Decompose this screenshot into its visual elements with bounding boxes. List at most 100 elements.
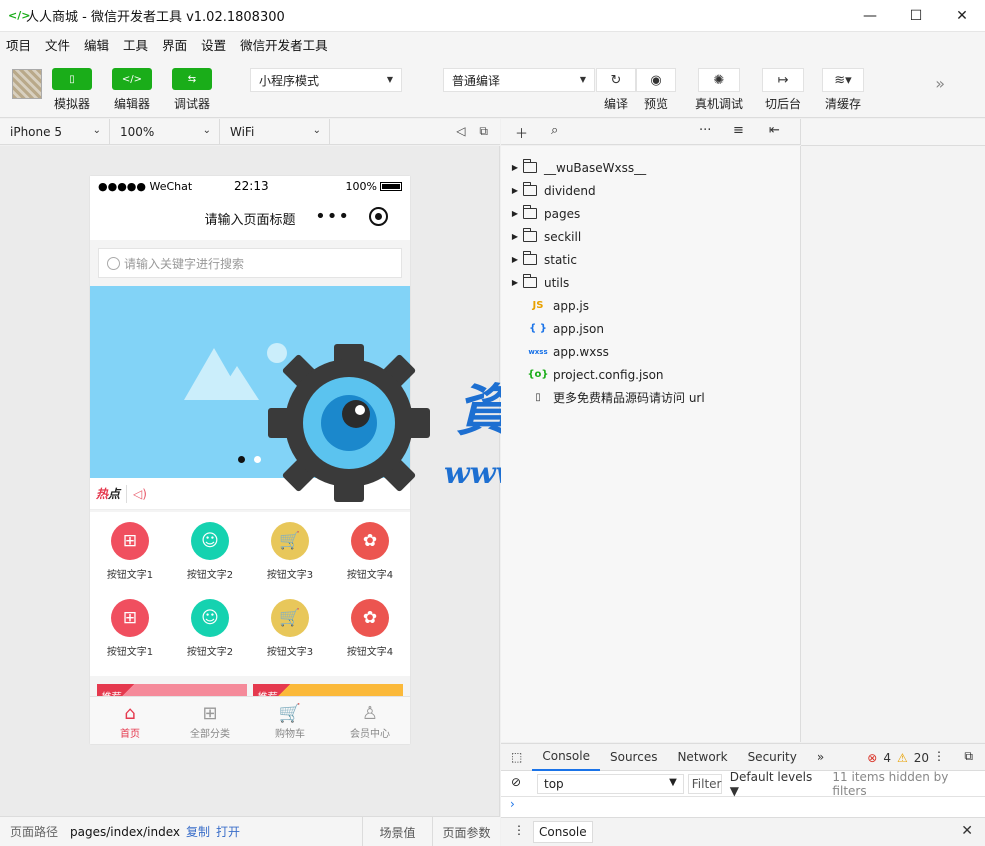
drawer-menu-icon[interactable]: ⋮ xyxy=(513,823,525,837)
editor-toggle-button[interactable]: </> xyxy=(112,68,152,90)
file-item[interactable]: { } app.json xyxy=(501,317,800,340)
toolbar-more-icon[interactable]: » xyxy=(935,74,945,93)
tab-cart[interactable]: 🛒 购物车 xyxy=(250,697,330,744)
minimize-button[interactable]: — xyxy=(847,0,893,32)
menu-edit[interactable]: 编辑 xyxy=(84,35,109,54)
menu-view[interactable]: 界面 xyxy=(162,35,187,54)
search-icon[interactable]: ⌕ xyxy=(551,123,558,138)
add-file-icon[interactable]: ＋ xyxy=(515,123,528,142)
close-window-button[interactable]: ✕ xyxy=(939,0,985,32)
grid-item[interactable]: ⊞ 按钮文字1 xyxy=(90,599,170,676)
copy-link[interactable]: 复制 xyxy=(186,823,210,840)
console-prompt[interactable]: › xyxy=(501,797,985,817)
js-file-icon: JS xyxy=(532,300,544,311)
file-item[interactable]: JS app.js xyxy=(501,294,800,317)
expand-arrow-icon[interactable]: ▶ xyxy=(501,163,523,172)
open-link[interactable]: 打开 xyxy=(216,823,240,840)
expand-arrow-icon[interactable]: ▶ xyxy=(501,186,523,195)
simulator-toggle-button[interactable]: ▯ xyxy=(52,68,92,90)
tab-label: 全部分类 xyxy=(190,729,230,740)
phone-icon: ▯ xyxy=(69,73,75,85)
folder-name: dividend xyxy=(544,183,596,198)
remote-debug-button[interactable]: ✺ xyxy=(698,68,740,92)
file-item[interactable]: wxss app.wxss xyxy=(501,340,800,363)
search-icon xyxy=(107,256,120,270)
menu-project[interactable]: 项目 xyxy=(6,35,31,54)
collapse-icon[interactable]: ≡ xyxy=(733,123,744,138)
grid-apps-icon: ⊞ xyxy=(111,522,149,560)
search-input[interactable]: 请输入关键字进行搜索 xyxy=(98,248,402,278)
filter-input[interactable]: Filter xyxy=(687,773,722,794)
zoom-select[interactable]: 100% ⌄ xyxy=(110,118,220,145)
tab-sources[interactable]: Sources xyxy=(600,744,667,771)
tab-home[interactable]: ⌂ 首页 xyxy=(90,697,170,744)
dock-icon[interactable]: ⧉ xyxy=(964,749,973,764)
folder-item[interactable]: ▶ __wuBaseWxss__ xyxy=(501,156,800,179)
maximize-button[interactable]: ☐ xyxy=(893,0,939,32)
user-avatar[interactable] xyxy=(12,69,42,99)
expand-arrow-icon[interactable]: ▶ xyxy=(501,232,523,241)
folder-item[interactable]: ▶ dividend xyxy=(501,179,800,202)
folder-item[interactable]: ▶ seckill xyxy=(501,225,800,248)
carousel-dot[interactable] xyxy=(254,456,261,463)
tab-member[interactable]: ♙ 会员中心 xyxy=(330,697,410,744)
grid-item[interactable]: ☺ 按钮文字2 xyxy=(170,522,250,599)
expand-arrow-icon[interactable]: ▶ xyxy=(501,255,523,264)
kebab-menu-icon[interactable]: ⋮ xyxy=(933,749,945,763)
grid-item[interactable]: ⊞ 按钮文字1 xyxy=(90,522,170,599)
log-levels-select[interactable]: Default levels ▼ xyxy=(730,770,825,798)
folder-item[interactable]: ▶ pages xyxy=(501,202,800,225)
compile-select[interactable]: 普通编译 ▼ xyxy=(443,68,595,92)
tab-console[interactable]: Console xyxy=(532,744,600,771)
home-icon: ⌂ xyxy=(124,703,136,724)
folder-name: seckill xyxy=(544,229,582,244)
tab-network[interactable]: Network xyxy=(667,744,737,771)
grid-item-label: 按钮文字3 xyxy=(266,647,314,658)
folder-item[interactable]: ▶ static xyxy=(501,248,800,271)
debugger-toggle-button[interactable]: ⇆ xyxy=(172,68,212,90)
preview-button[interactable]: ◉ xyxy=(636,68,676,92)
menu-tools[interactable]: 工具 xyxy=(123,35,148,54)
page-params-tab[interactable]: 页面参数 xyxy=(432,817,500,846)
menu-devtools[interactable]: 微信开发者工具 xyxy=(240,35,328,54)
more-icon[interactable]: ··· xyxy=(699,123,711,138)
file-item[interactable]: {o} project.config.json xyxy=(501,363,800,386)
tab-security[interactable]: Security xyxy=(738,744,807,771)
menu-settings[interactable]: 设置 xyxy=(201,35,226,54)
popout-icon[interactable]: ⧉ xyxy=(479,124,488,139)
more-tabs-icon[interactable]: » xyxy=(807,744,834,771)
device-select[interactable]: iPhone 5 ⌄ xyxy=(0,118,110,145)
background-label: 切后台 xyxy=(764,97,801,111)
grid-item[interactable]: ☺ 按钮文字2 xyxy=(170,599,250,676)
clear-console-icon[interactable]: ⊘ xyxy=(511,775,521,789)
carousel-dot-active[interactable] xyxy=(238,456,245,463)
drawer-tab-console[interactable]: Console xyxy=(533,821,593,843)
volume-icon[interactable]: ◁ xyxy=(456,124,465,139)
compile-button[interactable]: ↻ xyxy=(596,68,636,92)
file-item[interactable]: ▯ 更多免费精品源码请访问 url xyxy=(501,386,800,409)
folder-item[interactable]: ▶ utils xyxy=(501,271,800,294)
scene-value-tab[interactable]: 场景值 xyxy=(362,817,432,846)
tab-category[interactable]: ⊞ 全部分类 xyxy=(170,697,250,744)
close-capsule-icon[interactable] xyxy=(369,207,388,226)
grid-item[interactable]: 🛒 按钮文字3 xyxy=(250,599,330,676)
prompt-chevron-icon: › xyxy=(510,797,515,811)
more-menu-icon[interactable]: ••• xyxy=(315,206,350,227)
grid-item[interactable]: ✿ 按钮文字4 xyxy=(330,599,410,676)
background-button[interactable]: ↦ xyxy=(762,68,804,92)
inspect-element-icon[interactable]: ⬚ xyxy=(501,744,532,771)
compile-label: 编译 xyxy=(603,97,628,111)
network-select[interactable]: WiFi ⌄ xyxy=(220,118,330,145)
folder-icon xyxy=(523,251,537,265)
issue-counts[interactable]: ⊗ 4 ⚠ 20 xyxy=(867,751,929,765)
context-select[interactable]: top ▼ xyxy=(537,773,684,794)
expand-arrow-icon[interactable]: ▶ xyxy=(501,209,523,218)
menu-file[interactable]: 文件 xyxy=(45,35,70,54)
close-drawer-icon[interactable]: ✕ xyxy=(961,823,973,839)
toggle-panel-icon[interactable]: ⇤ xyxy=(769,123,780,138)
mode-select[interactable]: 小程序模式 ▼ xyxy=(250,68,402,92)
expand-arrow-icon[interactable]: ▶ xyxy=(501,278,523,287)
clear-cache-button[interactable]: ≋▾ xyxy=(822,68,864,92)
grid-item[interactable]: 🛒 按钮文字3 xyxy=(250,522,330,599)
grid-item[interactable]: ✿ 按钮文字4 xyxy=(330,522,410,599)
